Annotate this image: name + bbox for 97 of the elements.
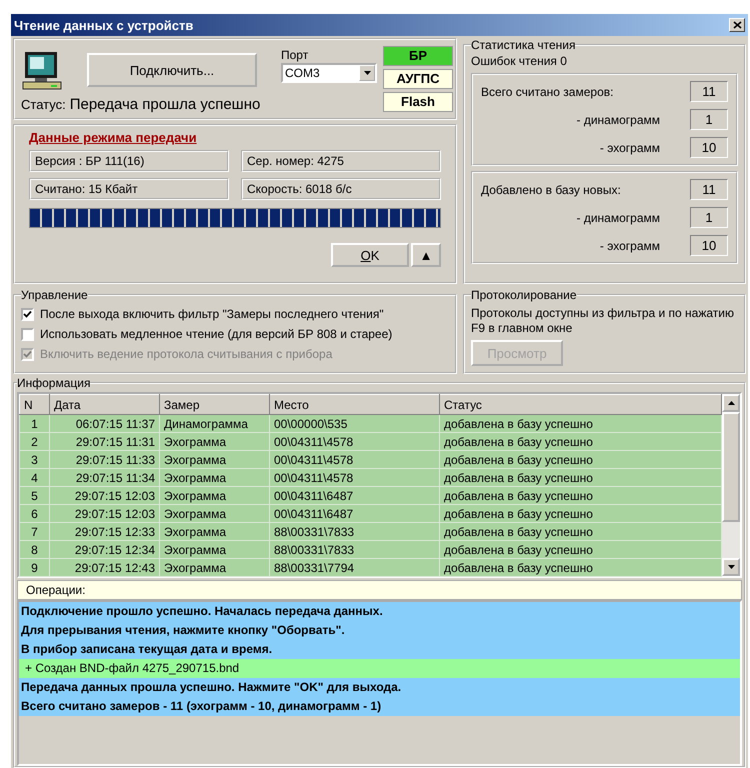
stat-label: - динамограмм [576, 112, 661, 126]
window-title: Чтение данных с устройств [14, 18, 194, 32]
table-cell: 29:07:15 12:03 [50, 486, 160, 504]
table-cell: Эхограмма [160, 468, 270, 486]
table-cell: Эхограмма [160, 504, 270, 522]
column-header[interactable]: Дата [50, 394, 160, 414]
port-dropdown[interactable]: COM3 [281, 63, 377, 83]
stat-label: - эхограмм [598, 238, 661, 252]
table-cell: 29:07:15 12:33 [50, 522, 160, 540]
computer-icon [21, 50, 63, 90]
table-cell: 00\04311\4578 [270, 468, 440, 486]
table-cell: 29:07:15 12:34 [50, 540, 160, 558]
stat-value: 1 [690, 109, 728, 130]
stat-value: 11 [690, 81, 728, 102]
table-cell: 29:07:15 12:03 [50, 504, 160, 522]
device-indicator: АУГПС [383, 69, 453, 89]
table-cell: 88\00331\7833 [270, 522, 440, 540]
group-title: Информация [17, 376, 90, 390]
status-text: Передача прошла успешно [70, 96, 260, 113]
table-cell: 00\04311\4578 [270, 432, 440, 450]
table-cell: 00\04311\4578 [270, 450, 440, 468]
table-cell: 8 [20, 540, 50, 558]
stat-label: - эхограмм [598, 140, 661, 154]
table-cell: Динамограмма [160, 414, 270, 432]
table-cell: 4 [20, 468, 50, 486]
error-count: Ошибок чтения 0 [471, 54, 568, 68]
group-title: Протоколирование [471, 288, 577, 302]
table-cell: Эхограмма [160, 432, 270, 450]
info-field: Скорость: 6018 б/с [241, 178, 441, 200]
down-arrow-icon [728, 565, 734, 569]
stat-value: 1 [690, 207, 728, 228]
description-text: Протоколы доступны из фильтра и по нажатию F9 в главном окне [471, 306, 735, 336]
stat-value: 10 [690, 137, 728, 158]
table-cell: 1 [20, 414, 50, 432]
table-cell: 00\00000\535 [270, 414, 440, 432]
close-icon [732, 21, 742, 29]
collapse-button[interactable]: ▲ [411, 243, 441, 267]
stat-value: 10 [690, 235, 728, 256]
table-cell: 2 [20, 432, 50, 450]
option-label: После выхода включить фильтр "Замеры последнего чтения" [40, 307, 384, 321]
table-cell: 06:07:15 11:37 [50, 414, 160, 432]
stat-label: - динамограмм [576, 210, 661, 224]
table-cell: 9 [20, 558, 50, 576]
device-indicator: Flash [383, 92, 453, 112]
stat-label: Добавлено в базу новых: [481, 182, 622, 196]
checkbox[interactable] [21, 308, 34, 320]
table-cell: 29:07:15 11:33 [50, 450, 160, 468]
table-cell: добавлена в базу успешно [440, 504, 722, 522]
option-label: Использовать медленное чтение (для версий БР 808 и старее) [40, 327, 392, 341]
ok-button[interactable]: OK [331, 243, 409, 267]
operations-header: Операции: [17, 580, 742, 600]
port-label: Порт [281, 48, 310, 62]
table-cell: 29:07:15 12:43 [50, 558, 160, 576]
column-header[interactable]: N [20, 394, 50, 414]
table-cell: 7 [20, 522, 50, 540]
device-indicator: БР [383, 46, 453, 66]
table-cell: 88\00331\7794 [270, 558, 440, 576]
table-cell: добавлена в базу успешно [440, 486, 722, 504]
group-title: Статистика чтения [471, 38, 576, 52]
table-cell: 5 [20, 486, 50, 504]
group-title: Управление [21, 288, 88, 302]
connect-button[interactable]: Подключить... [87, 53, 257, 87]
status-label: Статус: [21, 97, 66, 112]
up-arrow-icon [728, 401, 734, 405]
table-cell: Эхограмма [160, 486, 270, 504]
table-cell: Эхограмма [160, 522, 270, 540]
table-cell: 29:07:15 11:31 [50, 432, 160, 450]
table-cell: 3 [20, 450, 50, 468]
column-header[interactable]: Место [270, 394, 440, 414]
info-field: Сер. номер: 4275 [241, 150, 441, 172]
close-button[interactable] [729, 18, 745, 32]
table-cell: 00\04311\6487 [270, 504, 440, 522]
table-cell: добавлена в базу успешно [440, 468, 722, 486]
table-cell: Эхограмма [160, 540, 270, 558]
table-cell: добавлена в базу успешно [440, 540, 722, 558]
stat-value: 11 [690, 179, 728, 200]
table-cell: добавлена в базу успешно [440, 558, 722, 576]
table-cell: 88\00331\7833 [270, 540, 440, 558]
table-cell: добавлена в базу успешно [440, 522, 722, 540]
table-cell: добавлена в базу успешно [440, 450, 722, 468]
table-cell: 6 [20, 504, 50, 522]
column-header[interactable]: Замер [160, 394, 270, 414]
column-header[interactable]: Статус [440, 394, 722, 414]
stat-label: Всего считано замеров: [481, 84, 614, 98]
info-field: Версия : БР 111(16) [29, 150, 229, 172]
scrollbar[interactable] [722, 394, 740, 576]
option-label: Включить ведение протокола считывания с прибора [40, 347, 332, 361]
section-title: Данные режима передачи [29, 130, 197, 145]
table-cell: добавлена в базу успешно [440, 414, 722, 432]
table-cell: Эхограмма [160, 450, 270, 468]
table-cell: 00\04311\6487 [270, 486, 440, 504]
table-cell: добавлена в базу успешно [440, 432, 722, 450]
checkbox[interactable] [21, 328, 34, 340]
table-cell: 29:07:15 11:34 [50, 468, 160, 486]
info-field: Считано: 15 Кбайт [29, 178, 229, 200]
table-cell: Эхограмма [160, 558, 270, 576]
dropdown-arrow-icon [364, 71, 370, 75]
